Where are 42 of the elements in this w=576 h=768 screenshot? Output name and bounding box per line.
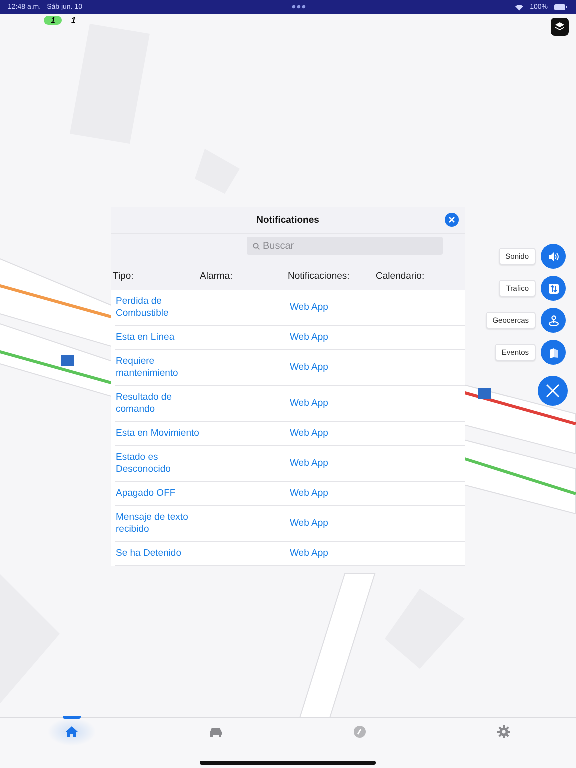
layers-icon xyxy=(555,22,565,32)
notification-type-link[interactable]: Resultado de comando xyxy=(115,386,205,421)
gear-icon xyxy=(497,725,511,739)
notification-channel-link[interactable]: Web App xyxy=(290,302,378,313)
home-icon xyxy=(65,725,79,739)
notification-channel-link[interactable]: Web App xyxy=(290,488,378,499)
battery-icon xyxy=(554,4,568,10)
close-button[interactable] xyxy=(445,213,459,227)
close-icon xyxy=(449,217,455,223)
notification-type-link[interactable]: Apagado OFF xyxy=(115,482,205,505)
column-header: Tipo: xyxy=(112,270,135,284)
notification-channel-link[interactable]: Web App xyxy=(290,428,378,439)
notification-type-link[interactable]: Se ha Detenido xyxy=(115,542,205,565)
wifi-icon xyxy=(515,4,524,10)
search-field[interactable]: Buscar xyxy=(247,237,443,255)
notification-channel-link[interactable]: Web App xyxy=(290,458,378,469)
pin-icon xyxy=(548,314,560,326)
column-header: Alarma: xyxy=(199,270,234,284)
count-label: 1 xyxy=(71,16,76,25)
swap-arrows-icon xyxy=(548,282,560,294)
notification-type-link[interactable]: Perdida de Combustible xyxy=(115,290,205,325)
notification-type-link[interactable]: Estado es Desconocido xyxy=(115,446,205,481)
layers-button[interactable] xyxy=(551,18,569,36)
notification-channel-link[interactable]: Web App xyxy=(290,518,378,529)
search-icon xyxy=(253,243,260,250)
count-badge: 1 xyxy=(44,16,62,25)
notification-channel-link[interactable]: Web App xyxy=(290,398,378,409)
notification-type-link[interactable]: Esta en Movimiento xyxy=(115,422,205,445)
dialog-title: Notificationes xyxy=(256,214,320,226)
more-dots-icon[interactable] xyxy=(292,5,306,9)
notification-channel-link[interactable]: Web App xyxy=(290,332,378,343)
notification-type-link[interactable]: Requiere mantenimiento xyxy=(115,350,205,385)
close-icon xyxy=(546,384,560,398)
notification-channel-link[interactable]: Web App xyxy=(290,548,378,559)
car-icon xyxy=(209,725,223,739)
column-header: Notificaciones: xyxy=(287,270,351,284)
compass-icon xyxy=(353,725,367,739)
speaker-icon xyxy=(548,250,560,262)
notification-type-link[interactable]: Mensaje de texto recibido xyxy=(115,506,205,541)
column-header: Calendario: xyxy=(375,270,426,284)
notification-type-link[interactable]: Esta en Línea xyxy=(115,326,205,349)
notification-channel-link[interactable]: Web App xyxy=(290,362,378,373)
